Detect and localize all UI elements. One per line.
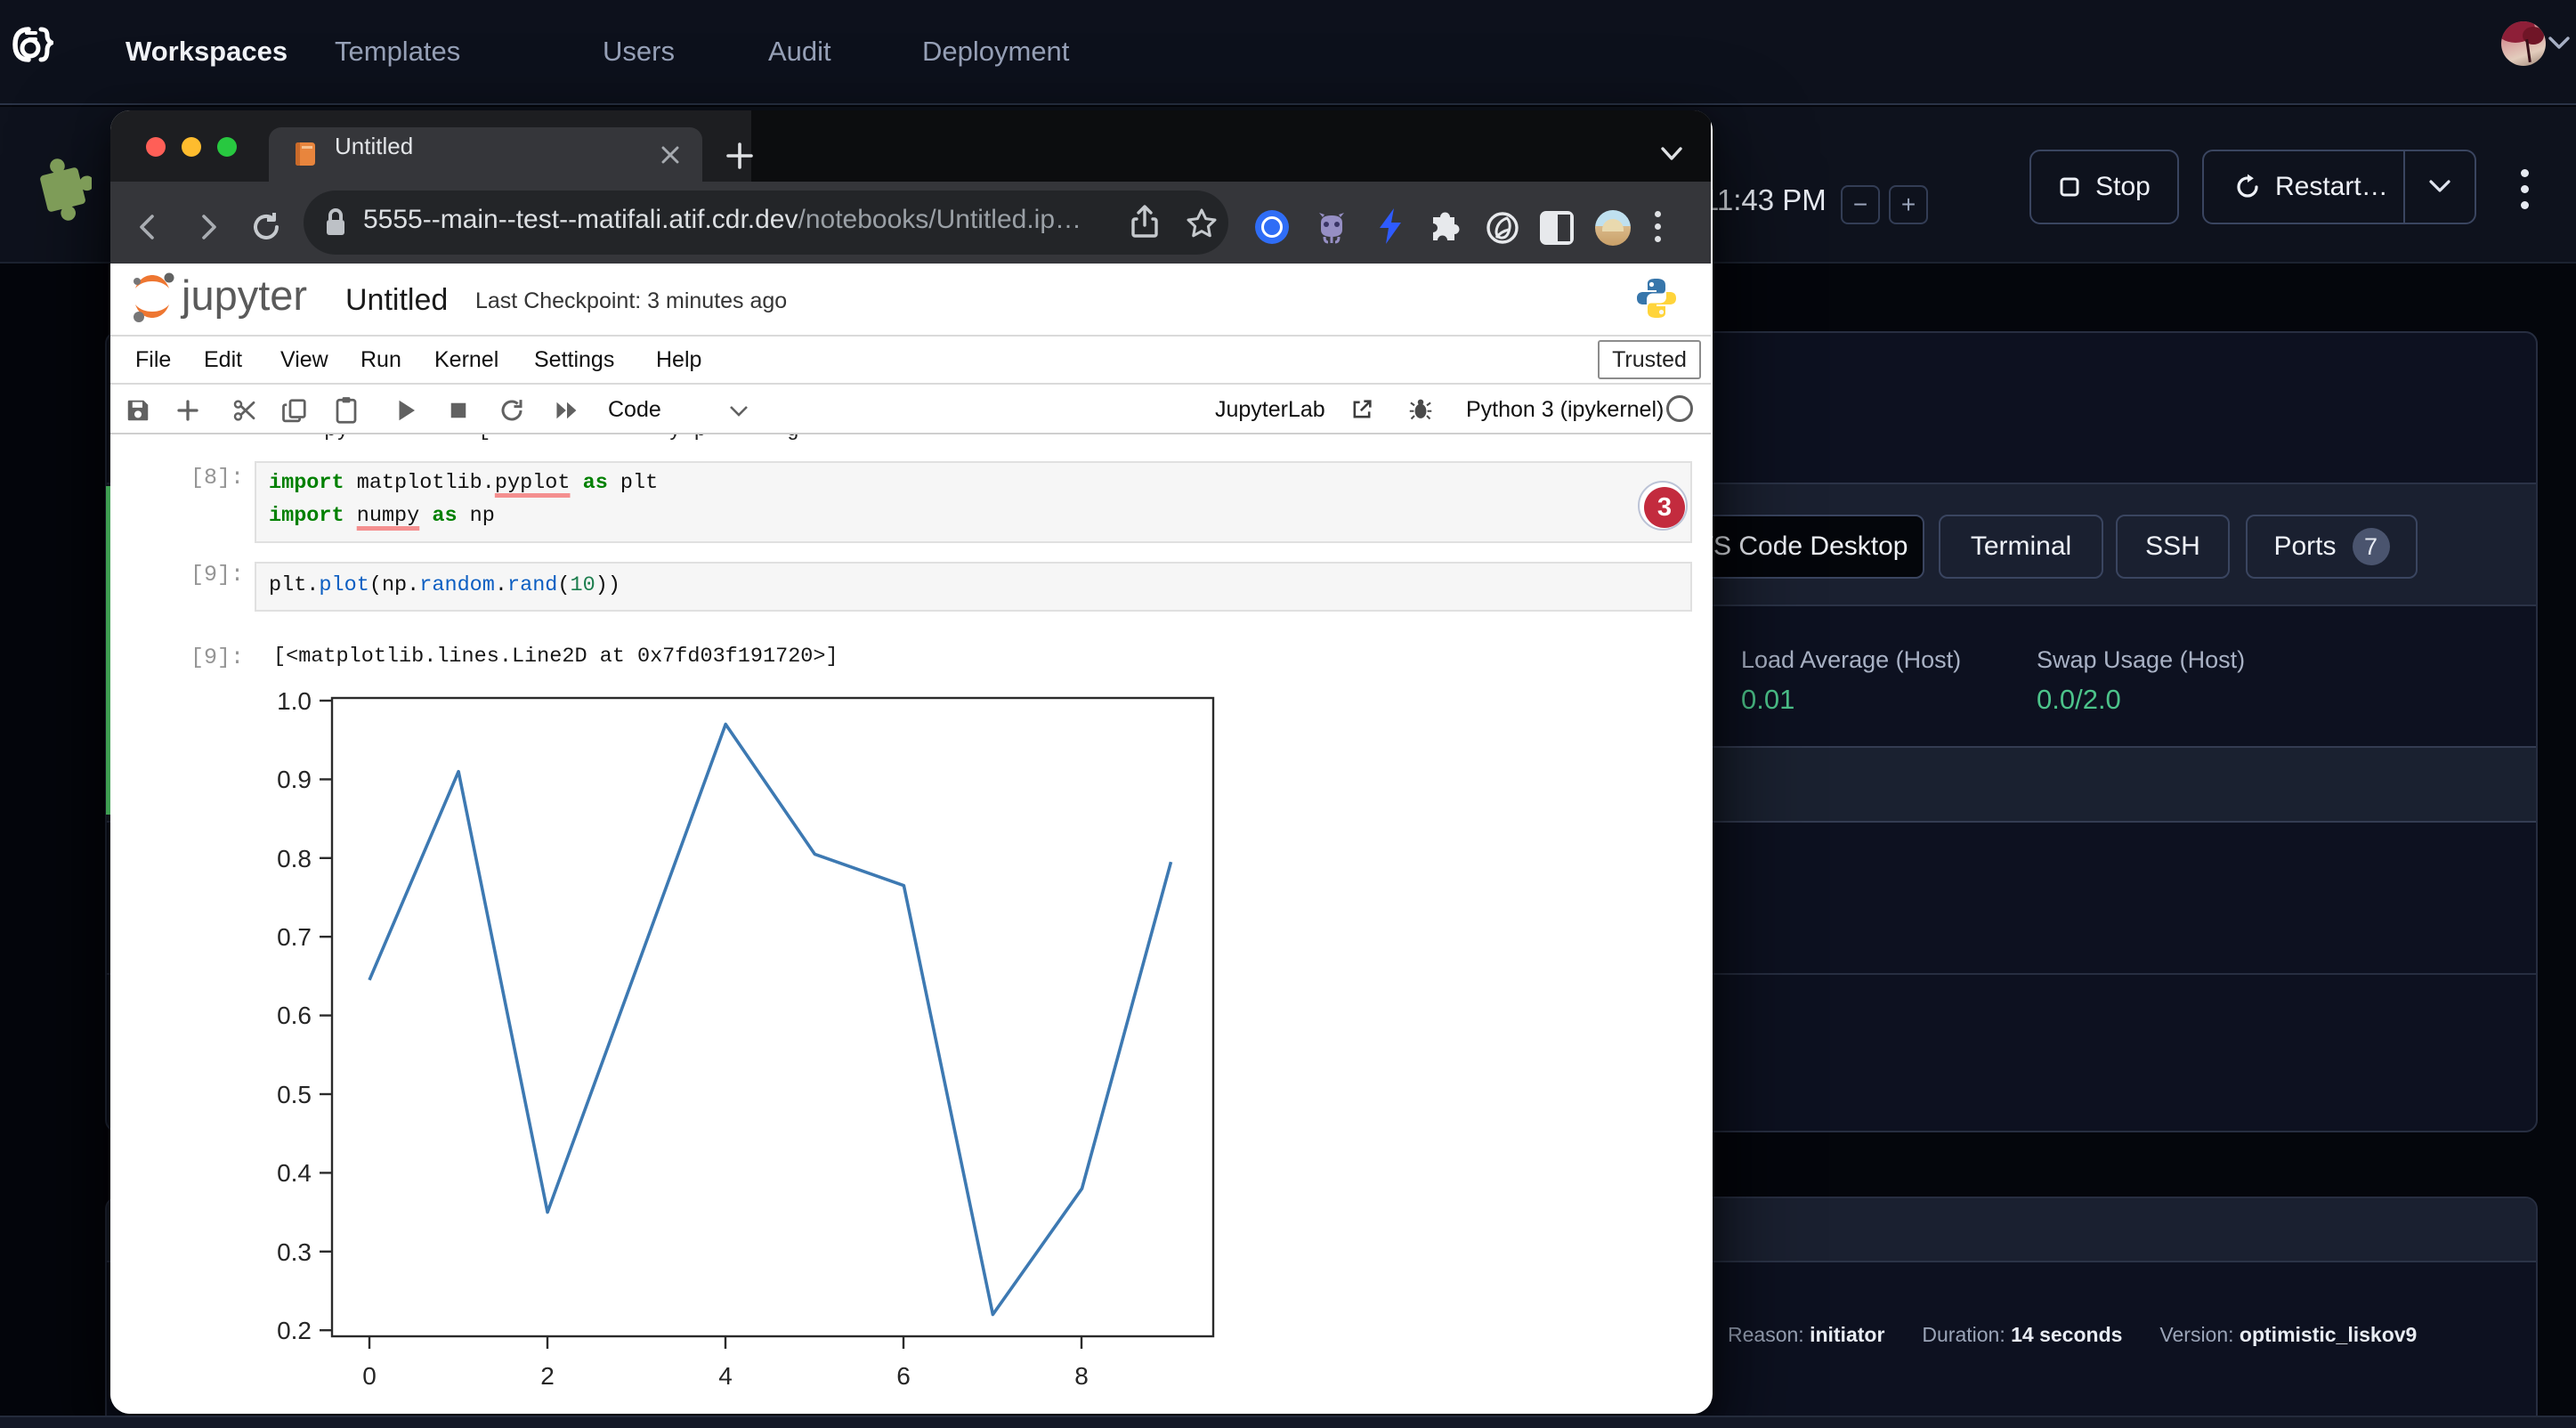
svg-text:0.3: 0.3 [277, 1238, 312, 1266]
svg-text:6: 6 [896, 1362, 911, 1390]
svg-text:0.6: 0.6 [277, 1002, 312, 1029]
svg-text:8: 8 [1074, 1362, 1089, 1390]
svg-text:0.5: 0.5 [277, 1081, 312, 1108]
svg-text:1.0: 1.0 [277, 687, 312, 715]
svg-text:0.4: 0.4 [277, 1159, 312, 1187]
svg-text:0.8: 0.8 [277, 845, 312, 872]
svg-text:0: 0 [362, 1362, 377, 1390]
svg-text:4: 4 [718, 1362, 733, 1390]
svg-text:0.2: 0.2 [277, 1317, 312, 1344]
svg-text:0.9: 0.9 [277, 766, 312, 793]
svg-text:2: 2 [540, 1362, 555, 1390]
svg-text:0.7: 0.7 [277, 923, 312, 951]
